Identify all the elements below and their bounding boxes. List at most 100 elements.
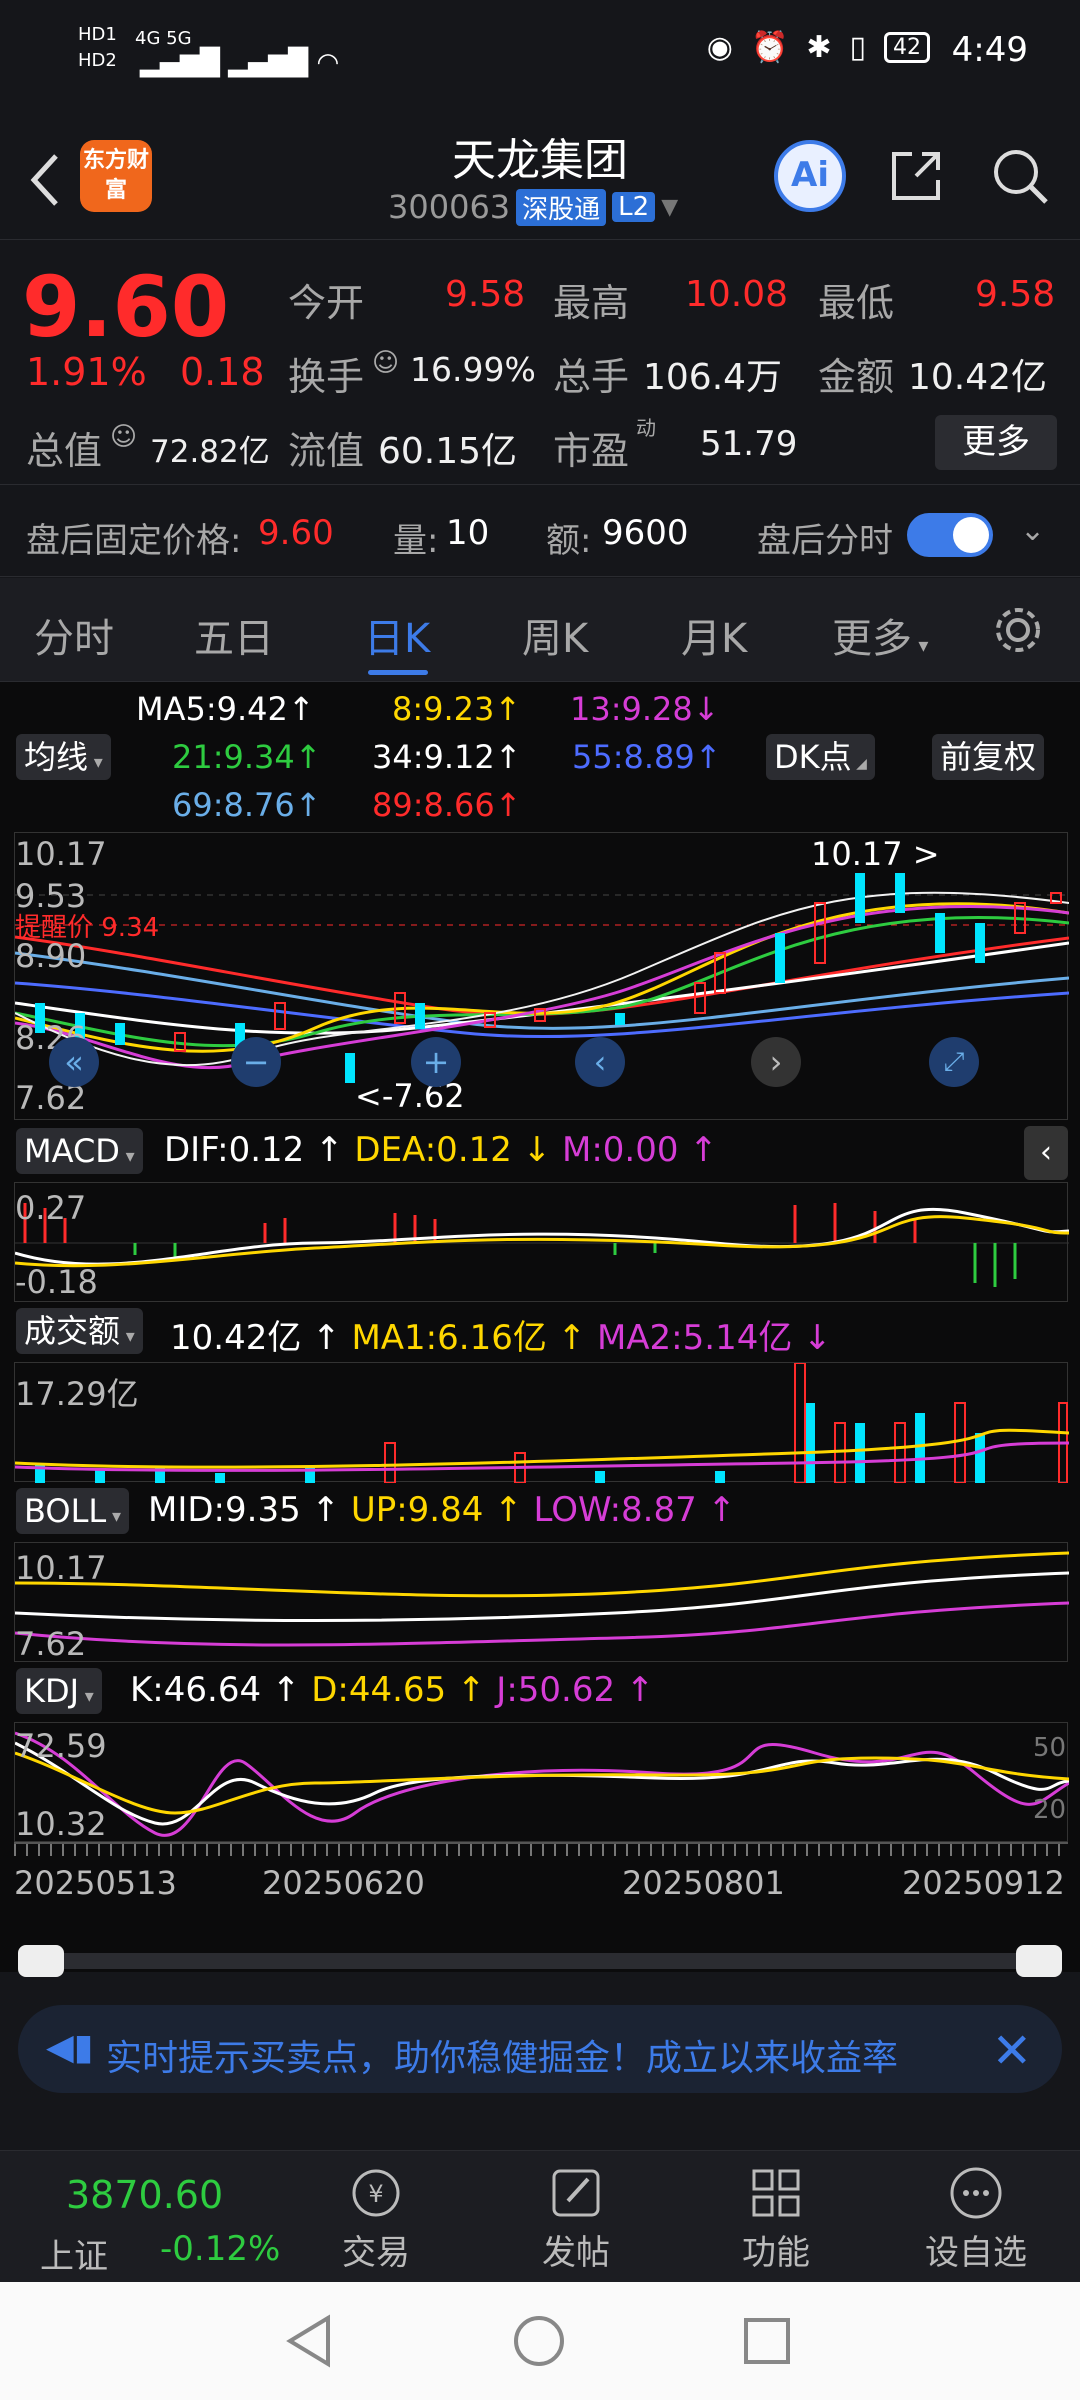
megaphone-icon: ◀▮	[46, 2027, 94, 2068]
volume-value: 106.4万	[643, 357, 783, 398]
after-hours-amt: 9600	[602, 513, 689, 553]
battery-icon: 42	[884, 32, 930, 63]
tab-more[interactable]: 更多 ▾	[832, 606, 928, 664]
boll-select[interactable]: BOLL ▾	[16, 1488, 129, 1534]
search-icon[interactable]	[988, 144, 1052, 208]
low-label: 最低	[818, 281, 895, 325]
after-hours-price: 9.60	[258, 513, 334, 553]
low-value: 9.58	[975, 274, 1056, 315]
rewind-icon[interactable]: «	[49, 1037, 99, 1087]
max-price-marker: 10.17 >	[811, 835, 940, 873]
signal-icon: ▂▄▆█ ▂▄▆█ ◠	[140, 48, 340, 78]
yuan-icon: ¥	[352, 2169, 400, 2217]
macd-panel: 0.27 -0.18	[14, 1182, 1070, 1302]
pe-dynamic-sup: 动	[636, 416, 656, 440]
nav-add-watchlist[interactable]: 设自选	[916, 2165, 1036, 2274]
eye-icon: ◉	[706, 30, 733, 65]
bottom-nav: 3870.60 上证 -0.12% ¥ 交易 发帖 功能 设自选	[0, 2150, 1080, 2282]
collapse-panel-icon[interactable]: ‹	[1024, 1126, 1068, 1180]
float-label: 流值	[288, 429, 365, 473]
tab-daily-k[interactable]: 日K	[364, 606, 430, 664]
tab-monthly-k[interactable]: 月K	[681, 606, 747, 664]
ma8-legend: 8:9.23↑	[392, 690, 522, 728]
share-icon[interactable]	[886, 146, 946, 206]
kdj-select[interactable]: KDJ ▾	[16, 1668, 102, 1714]
date-label: 20250513	[14, 1864, 177, 1902]
y-axis-top: 10.17	[15, 835, 107, 873]
edit-icon	[552, 2169, 600, 2217]
index-change[interactable]: -0.12%	[160, 2229, 280, 2269]
range-scrollbar[interactable]	[18, 1945, 1062, 1977]
ma21-legend: 21:9.34↑	[172, 738, 322, 776]
open-label: 今开	[288, 281, 365, 325]
promo-text[interactable]: 实时提示买卖点，助你稳健掘金！成立以来收益率	[106, 2029, 986, 2081]
svg-text:¥: ¥	[368, 2180, 383, 2208]
dropdown-icon[interactable]: ▼	[661, 195, 678, 220]
nav-post[interactable]: 发帖	[516, 2165, 636, 2274]
info-icon[interactable]: ☺	[372, 348, 399, 378]
boll-values: MID:9.35 ↑ UP:9.84 ↑ LOW:8.87 ↑	[148, 1490, 737, 1530]
chevron-down-icon[interactable]: ⌄	[1020, 513, 1045, 548]
tab-underline	[368, 670, 428, 675]
after-hours-vol: 10	[446, 513, 490, 553]
close-icon[interactable]: ✕	[992, 2023, 1032, 2079]
macd-select[interactable]: MACD ▾	[16, 1128, 143, 1174]
system-nav-bar	[0, 2282, 1080, 2400]
zoom-in-icon[interactable]: +	[411, 1037, 461, 1087]
after-hours-toggle[interactable]	[907, 513, 993, 557]
float-value: 60.15亿	[378, 431, 518, 472]
more-button[interactable]: 更多	[935, 415, 1057, 470]
ma89-legend: 89:8.66↑	[372, 786, 522, 824]
ma-select[interactable]: 均线 ▾	[16, 734, 111, 780]
nav-functions[interactable]: 功能	[716, 2165, 836, 2274]
next-icon[interactable]: ›	[751, 1037, 801, 1087]
pe-value: 51.79	[700, 424, 798, 464]
fullscreen-icon[interactable]: ⤢	[929, 1037, 979, 1087]
range-handle-left[interactable]	[18, 1945, 64, 1977]
stock-header: 东方财富 天龙集团 300063 深股通 L2 ▼ Ai	[0, 110, 1080, 240]
turnover-value: 16.99%	[410, 350, 536, 389]
y-axis-3: 8.90	[15, 937, 87, 975]
change-percent: 1.91%	[26, 350, 147, 394]
period-tabs: 分时 五日 日K 周K 月K 更多 ▾	[0, 578, 1080, 682]
pe-label: 市盈	[553, 429, 630, 473]
system-back-icon[interactable]	[284, 2314, 334, 2368]
volume-select[interactable]: 成交额 ▾	[16, 1308, 143, 1354]
prev-icon[interactable]: ‹	[575, 1037, 625, 1087]
kline-panel[interactable]: 10.17 9.53 提醒价 9.34 8.90 8.26 7.62 10.17…	[14, 832, 1070, 1120]
kdj-y-top: 72.59	[15, 1727, 107, 1765]
vibrate-icon: ▯	[849, 30, 866, 65]
status-icons: ◉ ⏰ ✱ ▯ 42	[707, 30, 930, 65]
mktcap-value: 72.82亿	[150, 434, 270, 470]
system-home-icon[interactable]	[512, 2314, 566, 2368]
dk-select[interactable]: DK点 ◢	[766, 734, 875, 780]
index-value[interactable]: 3870.60	[66, 2173, 223, 2217]
zoom-out-icon[interactable]: −	[231, 1037, 281, 1087]
amount-value: 10.42亿	[908, 357, 1048, 398]
volume-svg	[14, 1362, 1070, 1484]
gear-icon[interactable]	[990, 602, 1046, 658]
info-icon[interactable]: ☺	[110, 422, 137, 452]
tab-weekly-k[interactable]: 周K	[522, 606, 588, 664]
nav-trade[interactable]: ¥ 交易	[316, 2165, 436, 2274]
tab-intraday[interactable]: 分时	[34, 606, 114, 664]
adjust-select[interactable]: 前复权	[932, 734, 1045, 780]
after-hours-vol-label: 量:	[393, 521, 439, 561]
tab-5day[interactable]: 五日	[194, 606, 274, 664]
macd-svg	[14, 1203, 1070, 1287]
kline-chart-area: MA5:9.42↑ 8:9.23↑ 13:9.28↓ 均线 ▾ 21:9.34↑…	[0, 682, 1080, 1972]
index-name[interactable]: 上证	[40, 2229, 108, 2278]
date-label: 20250620	[262, 1864, 425, 1902]
level2-tag: L2	[612, 192, 656, 222]
boll-y-top: 10.17	[15, 1549, 107, 1587]
promo-banner[interactable]: ◀▮ 实时提示买卖点，助你稳健掘金！成立以来收益率 ✕	[18, 2005, 1062, 2093]
macd-y-top: 0.27	[15, 1189, 87, 1227]
after-hours-toggle-label: 盘后分时	[757, 521, 893, 561]
status-bar: HD1 HD2 4G 5G ▂▄▆█ ▂▄▆█ ◠ ◉ ⏰ ✱ ▯ 42 4:49	[0, 0, 1080, 110]
kdj-level-20: 20	[1033, 1795, 1067, 1825]
range-handle-right[interactable]	[1016, 1945, 1062, 1977]
ai-button[interactable]: Ai	[774, 140, 846, 212]
date-label: 20250912	[902, 1864, 1065, 1902]
turnover-label: 换手	[288, 355, 365, 399]
system-recents-icon[interactable]	[742, 2316, 792, 2366]
